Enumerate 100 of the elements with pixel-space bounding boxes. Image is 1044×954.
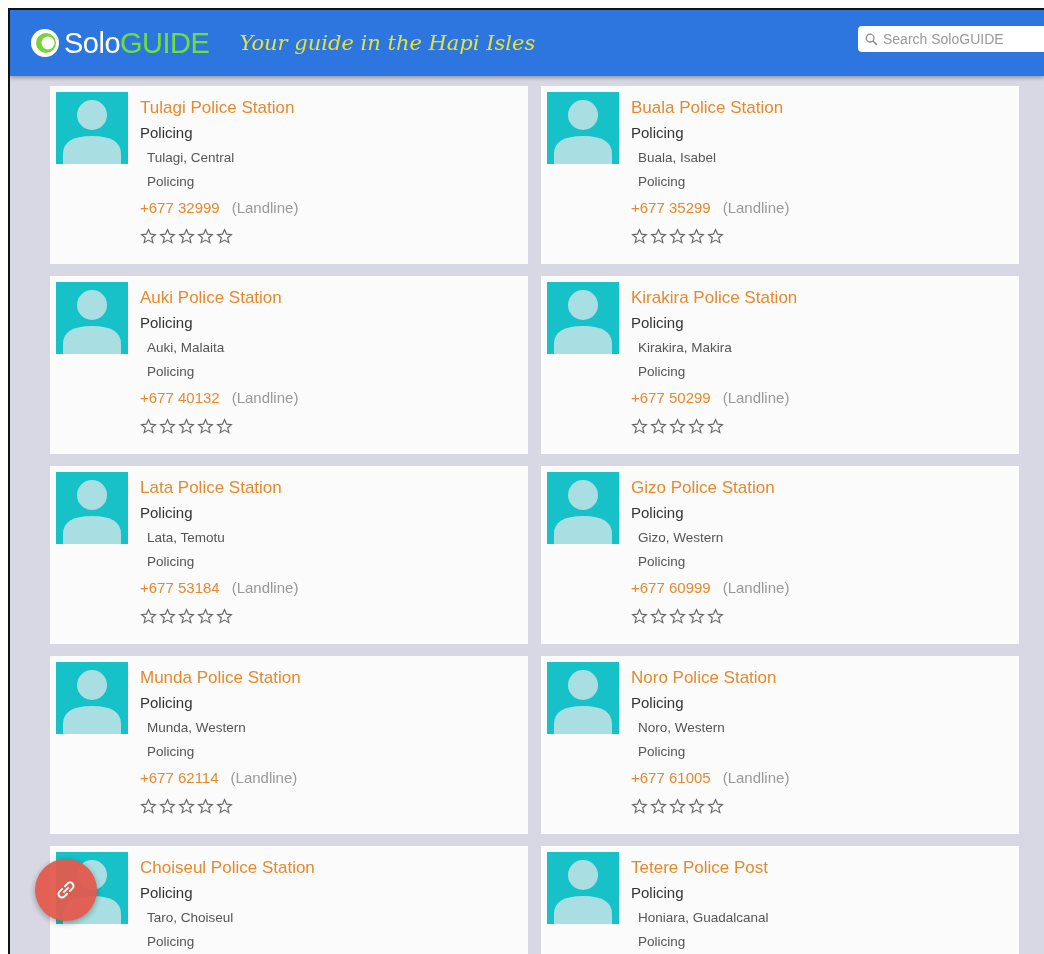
avatar-icon — [547, 852, 619, 924]
avatar-icon — [56, 472, 128, 544]
avatar-icon — [56, 282, 128, 354]
listing-title[interactable]: Tetere Police Post — [631, 856, 768, 880]
listing-title[interactable]: Gizo Police Station — [631, 476, 775, 500]
star-icon — [631, 418, 648, 435]
listing-card[interactable]: Kirakira Police Station Policing Kirakira, Makira Policing +677 50299 (Landline) — [541, 276, 1019, 454]
star-icon — [669, 798, 686, 815]
phone-number[interactable]: +677 62114 — [140, 764, 219, 792]
star-icon — [650, 418, 667, 435]
star-icon — [650, 228, 667, 245]
listing-location: Munda, Western — [147, 719, 246, 737]
listing-location: Buala, Isabel — [638, 149, 717, 167]
listing-card[interactable]: Gizo Police Station Policing Gizo, Western Policing +677 60999 (Landline) — [541, 466, 1019, 644]
logo-icon[interactable] — [30, 28, 60, 58]
phone-number[interactable]: +677 60999 — [631, 574, 711, 602]
listing-location: Honiara, Guadalcanal — [638, 909, 769, 927]
phone-type: (Landline) — [230, 768, 298, 788]
star-icon — [650, 798, 667, 815]
listing-title[interactable]: Buala Police Station — [631, 96, 784, 120]
star-icon — [178, 418, 195, 435]
phone-type: (Landline) — [722, 198, 790, 218]
listing-title[interactable]: Tulagi Police Station — [140, 96, 295, 120]
listing-title[interactable]: Lata Police Station — [140, 476, 282, 500]
star-icon — [159, 228, 176, 245]
listing-subcategory: Policing — [638, 743, 686, 761]
phone-number[interactable]: +677 32999 — [140, 194, 220, 222]
search-field[interactable]: Search SoloGUIDE — [858, 26, 1044, 52]
phone-number[interactable]: +677 40132 — [140, 384, 220, 412]
star-icon — [178, 228, 195, 245]
avatar-icon — [56, 92, 128, 164]
listing-title[interactable]: Munda Police Station — [140, 666, 301, 690]
phone-number[interactable]: +677 53184 — [140, 574, 220, 602]
star-icon — [707, 608, 724, 625]
listing-location: Taro, Choiseul — [147, 909, 234, 927]
listing-subcategory: Policing — [147, 553, 195, 571]
star-icon — [140, 418, 157, 435]
star-icon — [707, 798, 724, 815]
star-rating[interactable] — [631, 418, 724, 435]
star-icon — [669, 418, 686, 435]
star-icon — [197, 798, 214, 815]
listing-subcategory: Policing — [638, 363, 686, 381]
star-icon — [707, 228, 724, 245]
star-icon — [688, 418, 705, 435]
listing-card[interactable]: Choiseul Police Station Policing Taro, Choiseul Policing — [50, 846, 528, 954]
star-icon — [688, 228, 705, 245]
phone-type: (Landline) — [231, 198, 299, 218]
phone-type: (Landline) — [722, 768, 790, 788]
listing-title[interactable]: Noro Police Station — [631, 666, 777, 690]
phone-number[interactable]: +677 35299 — [631, 194, 711, 222]
phone-type: (Landline) — [231, 388, 299, 408]
listing-card[interactable]: Auki Police Station Policing Auki, Malaita Policing +677 40132 (Landline) — [50, 276, 528, 454]
search-icon — [865, 33, 878, 46]
avatar-icon — [547, 662, 619, 734]
avatar-icon — [547, 472, 619, 544]
star-icon — [216, 608, 233, 625]
avatar-icon — [547, 92, 619, 164]
listing-subcategory: Policing — [638, 553, 686, 571]
star-icon — [688, 608, 705, 625]
link-button[interactable] — [35, 859, 97, 921]
logo-text[interactable]: SoloGUIDE — [64, 26, 210, 60]
listing-card[interactable]: Tetere Police Post Policing Honiara, Guadalcanal Policing — [541, 846, 1019, 954]
star-rating[interactable] — [631, 608, 724, 625]
star-icon — [140, 798, 157, 815]
listing-card[interactable]: Lata Police Station Policing Lata, Temotu Policing +677 53184 (Landline) — [50, 466, 528, 644]
listing-category: Policing — [140, 123, 193, 143]
listing-category: Policing — [631, 503, 684, 523]
star-icon — [140, 608, 157, 625]
listing-subcategory: Policing — [638, 933, 686, 951]
listing-category: Policing — [631, 693, 684, 713]
listing-location: Gizo, Western — [638, 529, 724, 547]
listing-card[interactable]: Munda Police Station Policing Munda, Western Policing +677 62114 (Landline) — [50, 656, 528, 834]
listing-card[interactable]: Buala Police Station Policing Buala, Isabel Policing +677 35299 (Landline) — [541, 86, 1019, 264]
listing-location: Kirakira, Makira — [638, 339, 732, 357]
listing-subcategory: Policing — [638, 173, 686, 191]
star-icon — [669, 608, 686, 625]
star-rating[interactable] — [631, 228, 724, 245]
phone-number[interactable]: +677 61005 — [631, 764, 711, 792]
listing-title[interactable]: Choiseul Police Station — [140, 856, 315, 880]
phone-number[interactable]: +677 50299 — [631, 384, 711, 412]
listing-title[interactable]: Auki Police Station — [140, 286, 282, 310]
listing-location: Noro, Western — [638, 719, 725, 737]
star-rating[interactable] — [140, 418, 233, 435]
star-rating[interactable] — [140, 608, 233, 625]
listing-location: Lata, Temotu — [147, 529, 225, 547]
star-icon — [216, 798, 233, 815]
listing-card[interactable]: Tulagi Police Station Policing Tulagi, Central Policing +677 32999 (Landline) — [50, 86, 528, 264]
listing-category: Policing — [631, 313, 684, 333]
star-icon — [707, 418, 724, 435]
listing-category: Policing — [631, 883, 684, 903]
listing-title[interactable]: Kirakira Police Station — [631, 286, 798, 310]
star-rating[interactable] — [140, 798, 233, 815]
listing-card[interactable]: Noro Police Station Policing Noro, Western Policing +677 61005 (Landline) — [541, 656, 1019, 834]
star-rating[interactable] — [140, 228, 233, 245]
listing-category: Policing — [631, 123, 684, 143]
star-rating[interactable] — [631, 798, 724, 815]
phone-type: (Landline) — [722, 578, 790, 598]
star-icon — [197, 608, 214, 625]
listing-category: Policing — [140, 693, 193, 713]
avatar-icon — [547, 282, 619, 354]
